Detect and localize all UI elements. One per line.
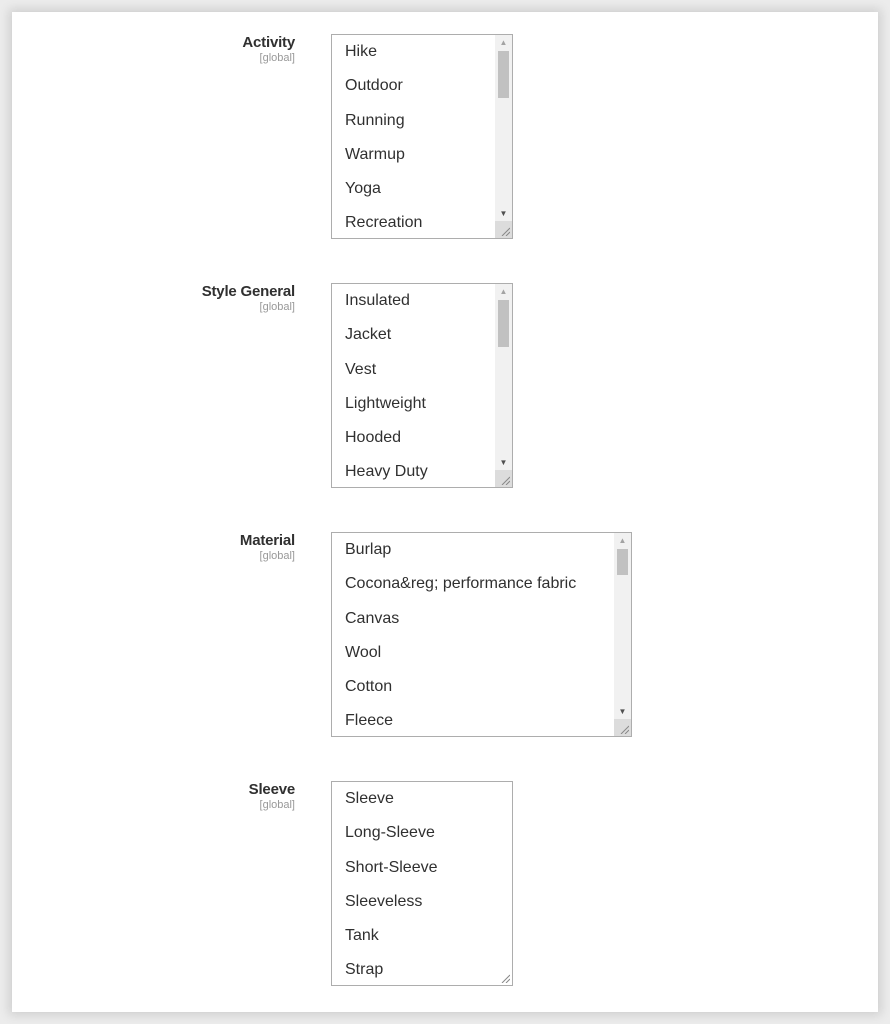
scrollbar-thumb[interactable] bbox=[617, 549, 628, 575]
field-label: Activity bbox=[242, 34, 295, 51]
scrollbar-thumb[interactable] bbox=[498, 300, 509, 347]
scroll-down-icon[interactable]: ▼ bbox=[495, 455, 512, 470]
option[interactable]: Cotton bbox=[332, 670, 614, 704]
field-label-group: Activity [global] bbox=[242, 34, 295, 65]
scroll-down-icon[interactable]: ▼ bbox=[614, 704, 631, 719]
scope-label: [global] bbox=[259, 301, 295, 313]
field-label: Sleeve bbox=[248, 781, 296, 798]
scroll-up-icon[interactable]: ▲ bbox=[495, 35, 512, 50]
resize-grip-icon[interactable] bbox=[614, 719, 631, 736]
option[interactable]: Strap bbox=[332, 953, 512, 985]
option[interactable]: Recreation bbox=[332, 206, 495, 238]
resize-grip-icon[interactable] bbox=[495, 221, 512, 238]
resize-grip-icon[interactable] bbox=[495, 470, 512, 487]
scope-label: [global] bbox=[259, 799, 295, 811]
option[interactable]: Warmup bbox=[332, 138, 495, 172]
option[interactable]: Sleeve bbox=[332, 782, 512, 816]
option[interactable]: Insulated bbox=[332, 284, 495, 318]
option[interactable]: Fleece bbox=[332, 704, 614, 736]
option[interactable]: Burlap bbox=[332, 533, 614, 567]
option[interactable]: Sleeveless bbox=[332, 885, 512, 919]
option[interactable]: Lightweight bbox=[332, 387, 495, 421]
option[interactable]: Outdoor bbox=[332, 69, 495, 103]
activity-multiselect[interactable]: Hike Outdoor Running Warmup Yoga Recreat… bbox=[331, 34, 513, 239]
scope-label: [global] bbox=[259, 52, 295, 64]
style-general-multiselect[interactable]: Insulated Jacket Vest Lightweight Hooded… bbox=[331, 283, 513, 488]
option[interactable]: Hike bbox=[332, 35, 495, 69]
option[interactable]: Heavy Duty bbox=[332, 455, 495, 487]
attributes-panel: Activity [global] Hike Outdoor Running W… bbox=[12, 12, 878, 1012]
field-label: Style General bbox=[201, 283, 295, 300]
option[interactable]: Long-Sleeve bbox=[332, 816, 512, 850]
option[interactable]: Canvas bbox=[332, 602, 614, 636]
resize-grip-icon[interactable] bbox=[495, 968, 512, 985]
option[interactable]: Vest bbox=[332, 353, 495, 387]
option[interactable]: Yoga bbox=[332, 172, 495, 206]
option[interactable]: Tank bbox=[332, 919, 512, 953]
sleeve-multiselect[interactable]: Sleeve Long-Sleeve Short-Sleeve Sleevele… bbox=[331, 781, 513, 986]
field-label-group: Sleeve [global] bbox=[248, 781, 296, 812]
option[interactable]: Short-Sleeve bbox=[332, 851, 512, 885]
field-label-group: Style General [global] bbox=[202, 283, 295, 314]
field-label-group: Material [global] bbox=[240, 532, 295, 563]
scrollbar[interactable]: ▲ ▼ bbox=[495, 284, 512, 487]
scrollbar[interactable]: ▲ ▼ bbox=[495, 35, 512, 238]
scrollbar-thumb[interactable] bbox=[498, 51, 509, 98]
option[interactable]: Wool bbox=[332, 636, 614, 670]
option[interactable]: Jacket bbox=[332, 318, 495, 352]
field-label: Material bbox=[239, 532, 295, 549]
scroll-up-icon[interactable]: ▲ bbox=[495, 284, 512, 299]
scroll-down-icon[interactable]: ▼ bbox=[495, 206, 512, 221]
option[interactable]: Running bbox=[332, 104, 495, 138]
material-multiselect[interactable]: Burlap Cocona&reg; performance fabric Ca… bbox=[331, 532, 632, 737]
option[interactable]: Hooded bbox=[332, 421, 495, 455]
scope-label: [global] bbox=[259, 550, 295, 562]
option[interactable]: Cocona&reg; performance fabric bbox=[332, 567, 614, 601]
scroll-up-icon[interactable]: ▲ bbox=[614, 533, 631, 548]
scrollbar[interactable]: ▲ ▼ bbox=[614, 533, 631, 736]
